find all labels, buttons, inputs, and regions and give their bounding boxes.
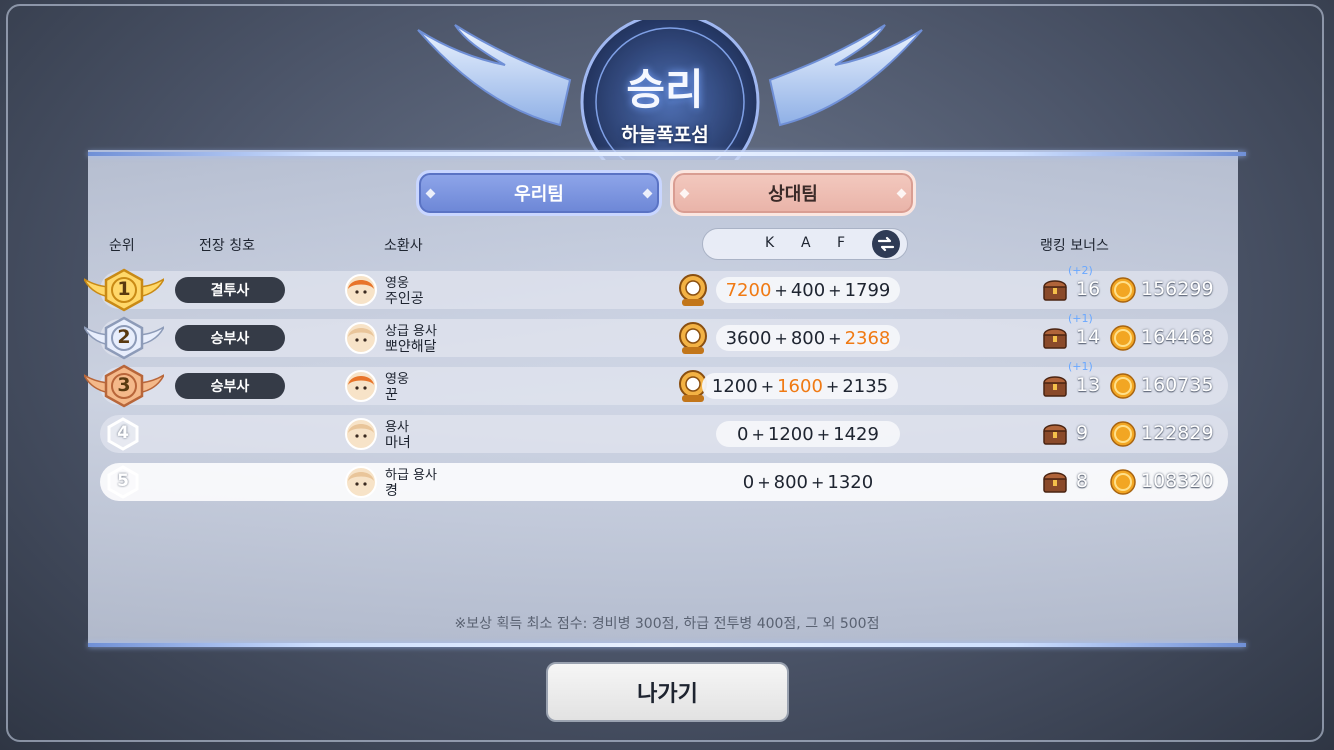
swap-arrows-icon bbox=[877, 236, 895, 252]
plus-sign: + bbox=[828, 328, 842, 348]
summoner-name: 마녀 bbox=[385, 435, 411, 451]
kaf-value-k: 3600 bbox=[725, 327, 772, 349]
gold-coin-icon bbox=[1110, 373, 1136, 399]
kaf-score: 3600 +800 +2368 bbox=[716, 325, 900, 351]
summoner-name: 꾼 bbox=[385, 387, 398, 403]
plus-sign: + bbox=[774, 328, 788, 348]
panel-bottom-divider bbox=[88, 643, 1246, 647]
tab-our-team[interactable]: 우리팀 bbox=[416, 170, 662, 216]
kaf-score: 0 +800 +1320 bbox=[716, 469, 900, 495]
tab-ornament bbox=[679, 188, 690, 199]
rank-number: 3 bbox=[117, 374, 131, 396]
col-flag: F bbox=[837, 235, 846, 251]
summoner-name: 뽀얀해달 bbox=[385, 339, 437, 355]
gold-reward-value: 108320 bbox=[1141, 470, 1214, 492]
trident-mvp-icon bbox=[676, 273, 710, 307]
summoner-avatar bbox=[344, 321, 378, 355]
gold-coin-icon bbox=[1110, 469, 1136, 495]
treasure-chest-icon bbox=[1041, 373, 1069, 399]
summoner-avatar bbox=[344, 465, 378, 499]
battle-title-badge: 결투사 bbox=[175, 277, 285, 303]
kaf-score: 0 +1200 +1429 bbox=[716, 421, 900, 447]
gold-coin-icon bbox=[1110, 325, 1136, 351]
rank-number: 1 bbox=[117, 278, 131, 300]
ranking-bonus-value: 16 bbox=[1076, 278, 1101, 300]
reward-note: ※보상 획득 최소 점수: 경비병 300점, 하급 전투병 400점, 그 외… bbox=[454, 616, 880, 632]
summoner-avatar bbox=[344, 417, 378, 451]
kaf-value-k: 0 bbox=[742, 471, 755, 493]
col-assist: A bbox=[801, 235, 811, 251]
tab-ornament bbox=[896, 188, 907, 199]
plus-sign: + bbox=[760, 376, 775, 396]
battle-title-badge: 승부사 bbox=[175, 325, 285, 351]
kaf-value-f: 2368 bbox=[844, 327, 891, 349]
treasure-chest-icon bbox=[1041, 325, 1069, 351]
kaf-value-a: 400 bbox=[790, 279, 826, 301]
battle-title-badge: 승부사 bbox=[175, 373, 285, 399]
kaf-value-k: 7200 bbox=[725, 279, 772, 301]
bonus-increase: (+2) bbox=[1068, 264, 1093, 277]
summoner-avatar bbox=[344, 369, 378, 403]
plus-sign: + bbox=[751, 424, 765, 444]
map-name: 하늘폭포섬 bbox=[621, 124, 709, 146]
kaf-value-f: 1320 bbox=[827, 471, 874, 493]
kaf-score: 1200 +1600 +2135 bbox=[702, 373, 898, 399]
plus-sign: + bbox=[825, 376, 840, 396]
ranking-bonus-value: 14 bbox=[1076, 326, 1101, 348]
kaf-value-f: 2135 bbox=[842, 375, 889, 397]
skull-mvp-icon bbox=[676, 321, 710, 355]
treasure-chest-icon bbox=[1041, 277, 1069, 303]
plus-sign: + bbox=[811, 472, 825, 492]
plus-sign: + bbox=[816, 424, 831, 444]
tab-our-team-label: 우리팀 bbox=[514, 184, 564, 205]
summoner-name: 주인공 bbox=[385, 291, 424, 307]
gold-reward-value: 164468 bbox=[1141, 326, 1214, 348]
gold-coin-icon bbox=[1110, 421, 1136, 447]
summoner-name: 켱 bbox=[385, 483, 398, 499]
tab-enemy-team[interactable]: 상대팀 bbox=[670, 170, 916, 216]
col-rank: 순위 bbox=[109, 238, 135, 254]
ranking-bonus-value: 8 bbox=[1076, 470, 1089, 492]
swap-stats-button[interactable] bbox=[872, 230, 900, 258]
kaf-score: 7200 +400 +1799 bbox=[716, 277, 900, 303]
kaf-value-a: 800 bbox=[790, 327, 826, 349]
gold-coin-icon bbox=[1110, 277, 1136, 303]
rank-number: 5 bbox=[117, 471, 129, 491]
plus-sign: + bbox=[828, 280, 842, 300]
panel-top-divider bbox=[88, 152, 1246, 156]
treasure-chest-icon bbox=[1041, 421, 1069, 447]
ranking-bonus-value: 9 bbox=[1076, 422, 1089, 444]
col-ranking-bonus: 랭킹 보너스 bbox=[1040, 238, 1109, 254]
ranking-bonus-value: 13 bbox=[1076, 374, 1101, 396]
rank-number: 4 bbox=[117, 423, 129, 443]
col-kill: K bbox=[765, 235, 775, 251]
gold-reward-value: 122829 bbox=[1141, 422, 1214, 444]
rank-number: 2 bbox=[117, 326, 131, 348]
bonus-increase: (+1) bbox=[1068, 312, 1093, 325]
tab-ornament bbox=[642, 188, 653, 199]
exit-button[interactable]: 나가기 bbox=[546, 662, 789, 722]
kaf-value-a: 800 bbox=[773, 471, 808, 493]
gold-reward-value: 156299 bbox=[1141, 278, 1214, 300]
plus-sign: + bbox=[774, 280, 788, 300]
kaf-value-a: 1600 bbox=[777, 375, 823, 397]
result-title: 승리 bbox=[626, 65, 704, 114]
summoner-avatar bbox=[344, 273, 378, 307]
treasure-chest-icon bbox=[1041, 469, 1069, 495]
plus-sign: + bbox=[757, 472, 771, 492]
gold-reward-value: 160735 bbox=[1141, 374, 1214, 396]
kaf-value-f: 1429 bbox=[833, 423, 879, 445]
kaf-value-a: 1200 bbox=[767, 423, 814, 445]
col-summoner: 소환사 bbox=[384, 238, 423, 254]
col-battle-title: 전장 칭호 bbox=[199, 238, 255, 254]
tab-enemy-team-label: 상대팀 bbox=[768, 184, 818, 205]
bonus-increase: (+1) bbox=[1068, 360, 1093, 373]
kaf-value-k: 1200 bbox=[711, 375, 758, 397]
tab-ornament bbox=[425, 188, 436, 199]
kaf-value-k: 0 bbox=[737, 423, 749, 445]
kaf-value-f: 1799 bbox=[844, 279, 891, 301]
